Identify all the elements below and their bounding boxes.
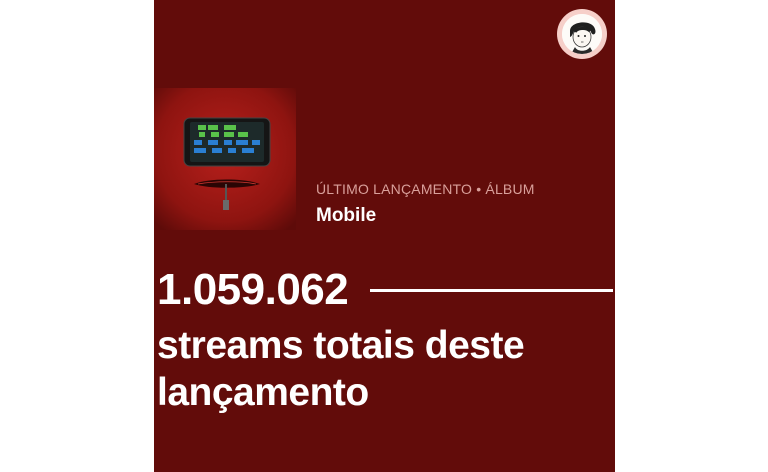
album-cover[interactable] [154, 88, 296, 230]
stream-count: 1.059.062 [157, 265, 349, 314]
divider-line [370, 288, 613, 292]
profile-avatar[interactable] [557, 9, 607, 59]
avatar-icon [562, 14, 602, 54]
release-title[interactable]: Mobile [316, 205, 535, 227]
release-kicker: ÚLTIMO LANÇAMENTO • ÁLBUM [316, 181, 535, 197]
stream-caption: streams totais deste lançamento [157, 324, 525, 414]
stats-card: ÚLTIMO LANÇAMENTO • ÁLBUM Mobile 1.059.0… [154, 0, 615, 472]
release-info: ÚLTIMO LANÇAMENTO • ÁLBUM Mobile [316, 181, 535, 227]
stream-count-row: 1.059.062 [157, 262, 613, 318]
